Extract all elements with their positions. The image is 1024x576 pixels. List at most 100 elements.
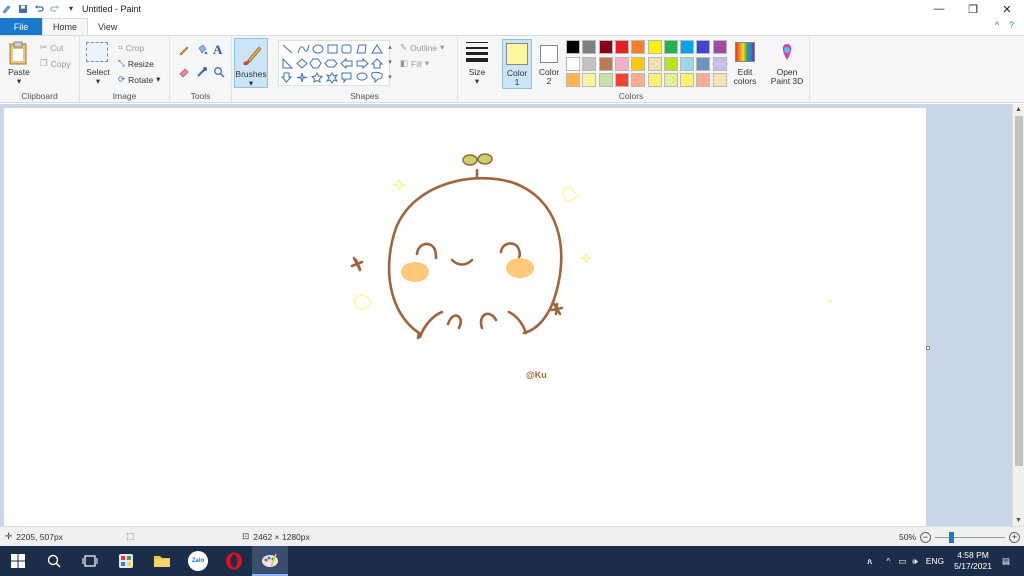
outline-button[interactable]: ✎ Outline ▾ xyxy=(400,42,444,53)
color1-button[interactable]: Color 1 xyxy=(502,39,532,89)
collapse-ribbon-icon[interactable]: ^ xyxy=(995,20,999,30)
help-icon[interactable]: ? xyxy=(1009,20,1014,30)
palette-swatch[interactable] xyxy=(712,73,727,87)
palette-swatch[interactable] xyxy=(631,56,646,71)
canvas-resize-handle-right[interactable] xyxy=(926,346,930,350)
palette-swatch[interactable] xyxy=(566,73,580,87)
volume-icon[interactable]: 🕪 xyxy=(912,556,917,567)
vertical-scroll-thumb[interactable] xyxy=(1015,116,1023,466)
palette-swatch[interactable] xyxy=(696,56,711,71)
input-language[interactable]: ENG xyxy=(926,556,944,566)
people-icon[interactable]: ጰ xyxy=(867,556,872,567)
resize-button[interactable]: ⤡ Resize xyxy=(118,58,154,69)
edit-colors-button[interactable]: Edit colors xyxy=(731,40,759,90)
cursor-position: 2205, 507px xyxy=(16,531,63,542)
color-picker-icon[interactable] xyxy=(196,66,208,80)
clock[interactable]: 4:58 PM 5/17/2021 xyxy=(954,550,992,572)
fill-button[interactable]: ◧ Fill ▾ xyxy=(400,58,429,69)
scroll-down-icon[interactable]: ▼ xyxy=(1015,517,1022,524)
zoom-in-button[interactable]: + xyxy=(1009,531,1020,543)
pencil-icon[interactable] xyxy=(178,44,190,58)
taskbar-paint[interactable] xyxy=(252,546,288,576)
fill-bucket-icon[interactable] xyxy=(196,44,208,58)
drawing-canvas[interactable]: @Ku xyxy=(4,108,926,526)
palette-swatch[interactable] xyxy=(680,40,695,54)
palette-swatch[interactable] xyxy=(598,56,613,71)
minimize-button[interactable]: — xyxy=(922,0,956,18)
palette-swatch[interactable] xyxy=(663,73,678,87)
palette-swatch[interactable] xyxy=(663,56,678,71)
show-hidden-icons-icon[interactable]: ^ xyxy=(886,556,890,566)
battery-network-icon[interactable]: ▭ xyxy=(898,556,906,567)
palette-swatch[interactable] xyxy=(631,73,646,87)
store-app-icon xyxy=(119,554,133,568)
redo-icon[interactable] xyxy=(50,4,60,14)
sparkle-flower-1 xyxy=(561,186,578,203)
windows-start-button[interactable] xyxy=(0,546,36,576)
vertical-scrollbar[interactable]: ▲ ▼ xyxy=(1012,104,1024,526)
size-button[interactable]: Size ▾ xyxy=(462,40,492,90)
resize-icon: ⤡ xyxy=(118,58,125,68)
palette-swatch[interactable] xyxy=(614,73,629,87)
palette-swatch[interactable] xyxy=(647,40,662,54)
cursor-position-icon: ✛ xyxy=(5,531,13,541)
palette-swatch[interactable] xyxy=(696,40,711,54)
palette-swatch[interactable] xyxy=(582,56,597,71)
color2-button[interactable]: Color 2 xyxy=(534,39,564,89)
palette-swatch[interactable] xyxy=(663,40,678,54)
paint-app-icon[interactable] xyxy=(2,4,12,14)
palette-swatch[interactable] xyxy=(647,56,662,71)
restore-button[interactable]: ❐ xyxy=(956,0,990,18)
palette-swatch[interactable] xyxy=(631,40,646,54)
scroll-up-icon[interactable]: ▲ xyxy=(1015,106,1022,113)
palette-swatch[interactable] xyxy=(598,40,613,54)
taskbar-zalo[interactable]: Zalo xyxy=(180,546,216,576)
tab-home[interactable]: Home xyxy=(42,18,89,35)
tab-file[interactable]: File xyxy=(0,18,42,35)
taskbar-opera[interactable] xyxy=(216,546,252,576)
palette-swatch[interactable] xyxy=(582,40,597,54)
palette-swatch[interactable] xyxy=(696,73,711,87)
sparkle-star-2 xyxy=(580,252,592,264)
taskbar-store-app[interactable] xyxy=(108,546,144,576)
magnifier-icon[interactable] xyxy=(213,66,225,80)
notifications-icon[interactable]: ▤ xyxy=(1002,556,1010,567)
search-button[interactable] xyxy=(36,546,72,576)
drawing: @Ku xyxy=(350,153,832,380)
customize-toolbar-icon[interactable]: ▾ xyxy=(66,4,76,14)
palette-swatch[interactable] xyxy=(614,40,629,54)
zoom-out-button[interactable]: − xyxy=(920,531,931,543)
open-paint3d-button[interactable]: Open Paint 3D xyxy=(768,40,806,90)
canvas-size: 2462 × 1280px xyxy=(253,531,310,542)
palette-swatch[interactable] xyxy=(680,73,695,87)
save-icon[interactable] xyxy=(18,4,28,14)
shapes-gallery[interactable] xyxy=(278,40,390,86)
close-button[interactable]: ✕ xyxy=(990,0,1024,18)
zoom-slider[interactable] xyxy=(935,531,1005,543)
palette-swatch[interactable] xyxy=(566,40,580,54)
cut-button[interactable]: ✂ Cut xyxy=(40,42,63,53)
paste-button[interactable]: Paste ▾ xyxy=(6,40,32,86)
palette-swatch[interactable] xyxy=(598,73,613,87)
taskbar-file-explorer[interactable] xyxy=(144,546,180,576)
palette-swatch[interactable] xyxy=(566,56,580,71)
left-brown-star xyxy=(350,256,364,272)
palette-swatch[interactable] xyxy=(680,56,695,71)
eraser-icon[interactable] xyxy=(178,66,190,80)
shapes-scroll[interactable]: ▴ ▾ ▾ xyxy=(386,40,394,86)
rotate-button[interactable]: ⟳ Rotate ▾ xyxy=(118,74,160,85)
tab-view[interactable]: View xyxy=(88,18,127,35)
brushes-button[interactable]: Brushes ▾ xyxy=(234,38,268,88)
task-view-button[interactable] xyxy=(72,546,108,576)
crop-button[interactable]: ⌗ Crop xyxy=(118,42,144,53)
select-button[interactable]: Select ▾ xyxy=(86,42,110,86)
text-tool-icon[interactable]: A xyxy=(213,42,222,58)
palette-swatch[interactable] xyxy=(582,73,597,87)
copy-button[interactable]: ❐ Copy xyxy=(40,58,70,69)
zoom-slider-thumb[interactable] xyxy=(949,531,954,543)
palette-swatch[interactable] xyxy=(647,73,662,87)
palette-swatch[interactable] xyxy=(614,56,629,71)
palette-swatch[interactable] xyxy=(712,56,727,71)
palette-swatch[interactable] xyxy=(712,40,727,54)
undo-icon[interactable] xyxy=(34,4,44,14)
